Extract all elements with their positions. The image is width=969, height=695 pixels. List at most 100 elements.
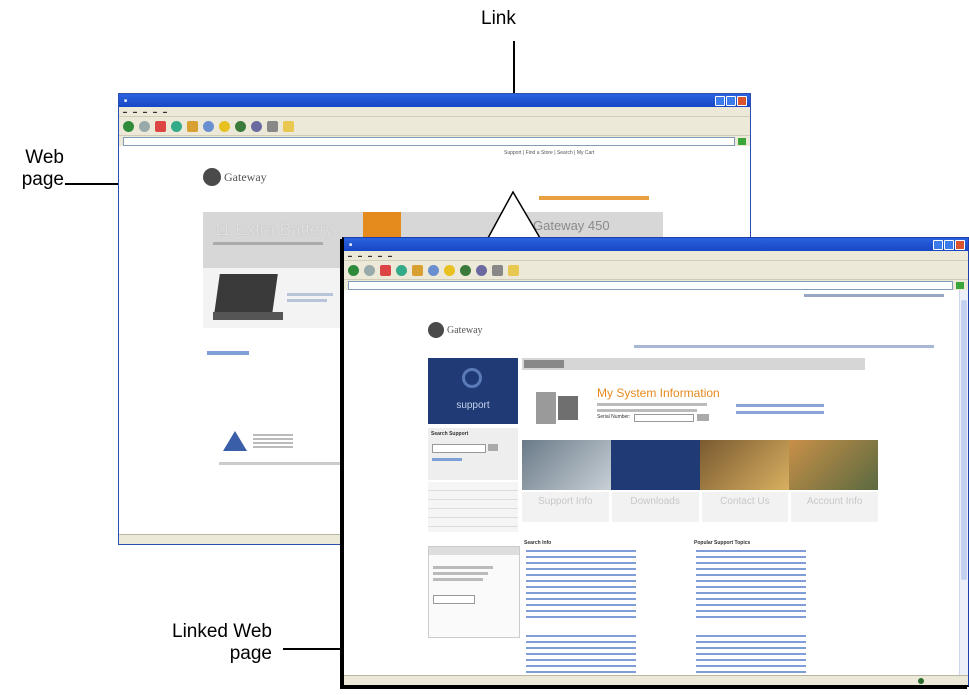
panel-account-info[interactable]: Account Info bbox=[791, 492, 878, 522]
back-footer-logo bbox=[223, 431, 247, 451]
photo-3 bbox=[700, 440, 789, 490]
serial-input[interactable] bbox=[634, 414, 694, 422]
support-logo-icon bbox=[462, 368, 482, 388]
go-button[interactable] bbox=[738, 138, 746, 145]
back-title-text: ■ bbox=[124, 97, 128, 104]
scrollbar-thumb[interactable] bbox=[961, 300, 967, 580]
linked-web-page-label-line2: page bbox=[229, 643, 272, 664]
gateway-logo-icon bbox=[203, 168, 221, 186]
maximize-icon[interactable] bbox=[726, 95, 736, 106]
front-status-bar bbox=[344, 675, 968, 685]
back-logo: Gateway bbox=[203, 168, 267, 186]
front-nav-tabs[interactable] bbox=[522, 358, 865, 370]
back-banner-lower bbox=[203, 268, 343, 328]
web-page-label: Web page bbox=[20, 147, 64, 191]
forward-arrow-icon[interactable] bbox=[139, 120, 150, 132]
close-icon[interactable] bbox=[955, 239, 965, 250]
media-icon[interactable] bbox=[460, 264, 471, 276]
front-title-bar: ■ bbox=[344, 238, 968, 251]
mail-icon[interactable] bbox=[267, 120, 278, 132]
linked-web-page-label-line1: Linked Web bbox=[172, 621, 272, 642]
search-icon[interactable] bbox=[203, 120, 214, 132]
panel-support-info[interactable]: Support Info bbox=[522, 492, 609, 522]
media-icon[interactable] bbox=[235, 120, 246, 132]
favorites-icon[interactable] bbox=[444, 264, 455, 276]
web-page-label-line1: Web bbox=[25, 147, 64, 168]
linked-web-page-label: Linked Web page bbox=[150, 621, 272, 665]
internet-zone-icon bbox=[918, 678, 924, 684]
folder-icon[interactable] bbox=[508, 264, 519, 276]
back-banner-text: 11 Extra Battery bbox=[213, 220, 334, 239]
history-icon[interactable] bbox=[476, 264, 487, 276]
back-title-bar: ■ bbox=[119, 94, 750, 107]
section-title: My System Information bbox=[597, 386, 720, 400]
search-support-title: Search Support bbox=[431, 431, 469, 437]
forward-arrow-icon[interactable] bbox=[364, 264, 375, 276]
folder-icon[interactable] bbox=[283, 120, 294, 132]
system-links[interactable] bbox=[736, 404, 824, 418]
back-toolbar[interactable] bbox=[119, 117, 750, 136]
refresh-icon[interactable] bbox=[396, 264, 407, 276]
photo-1 bbox=[522, 440, 611, 490]
support-side-label: support bbox=[456, 400, 490, 411]
photo-2 bbox=[611, 440, 700, 490]
zip-input[interactable] bbox=[433, 595, 475, 604]
back-menu-bar[interactable]: ▬ ▬ ▬ ▬ ▬ bbox=[119, 107, 750, 117]
computer-tower-image bbox=[536, 392, 556, 424]
front-top-links[interactable] bbox=[804, 294, 944, 297]
back-footer-line bbox=[219, 462, 349, 465]
go-button[interactable] bbox=[956, 282, 964, 289]
mail-icon[interactable] bbox=[492, 264, 503, 276]
back-phone-text bbox=[539, 196, 649, 200]
minimize-icon[interactable] bbox=[715, 95, 725, 106]
front-util-links[interactable] bbox=[634, 345, 934, 348]
minimize-icon[interactable] bbox=[933, 239, 943, 250]
tab-support-home[interactable] bbox=[524, 360, 564, 368]
back-nav-links[interactable]: Support | Find a Store | Search | My Car… bbox=[504, 150, 594, 156]
home-icon[interactable] bbox=[187, 120, 198, 132]
panel-downloads[interactable]: Downloads bbox=[611, 492, 699, 522]
refresh-icon[interactable] bbox=[171, 120, 182, 132]
front-menu-bar[interactable]: ▬ ▬ ▬ ▬ ▬ bbox=[344, 251, 968, 261]
web-page-label-line2: page bbox=[21, 169, 64, 190]
support-side-panel: support bbox=[428, 358, 518, 424]
search-support-go[interactable] bbox=[488, 444, 498, 451]
advanced-search-link[interactable] bbox=[432, 458, 462, 461]
back-footer-text bbox=[253, 434, 293, 448]
info-panels: Support Info Downloads Contact Us Accoun… bbox=[522, 492, 878, 522]
close-icon[interactable] bbox=[737, 95, 747, 106]
panel-contact-us[interactable]: Contact Us bbox=[701, 492, 789, 522]
laptop-base-image bbox=[213, 312, 283, 320]
front-page-content: Gateway support Search Support My System… bbox=[344, 290, 960, 676]
front-logo-text: Gateway bbox=[447, 324, 483, 336]
search-support-input[interactable] bbox=[432, 444, 486, 453]
lower-left-list-2[interactable] bbox=[526, 635, 636, 675]
home-icon[interactable] bbox=[412, 264, 423, 276]
serial-label: Serial Number: bbox=[597, 414, 631, 420]
back-link-text[interactable] bbox=[207, 351, 249, 355]
sidebar-menu[interactable] bbox=[428, 482, 518, 532]
back-banner-subtext bbox=[213, 242, 323, 245]
photo-4 bbox=[789, 440, 878, 490]
search-icon[interactable] bbox=[428, 264, 439, 276]
history-icon[interactable] bbox=[251, 120, 262, 132]
stop-icon[interactable] bbox=[380, 264, 391, 276]
front-url-field[interactable] bbox=[348, 281, 953, 290]
laptop-image bbox=[214, 274, 278, 314]
lower-left-list[interactable] bbox=[526, 550, 636, 620]
back-url-field[interactable] bbox=[123, 137, 735, 146]
maximize-icon[interactable] bbox=[944, 239, 954, 250]
front-toolbar[interactable] bbox=[344, 261, 968, 280]
back-arrow-icon[interactable] bbox=[123, 120, 134, 132]
back-arrow-icon[interactable] bbox=[348, 264, 359, 276]
front-logo: Gateway bbox=[428, 322, 483, 338]
front-scrollbar[interactable] bbox=[959, 290, 968, 676]
lower-right-list-2[interactable] bbox=[696, 635, 806, 675]
front-title-text: ■ bbox=[349, 241, 353, 248]
serial-go-button[interactable] bbox=[697, 414, 709, 421]
lower-right-list[interactable] bbox=[696, 550, 806, 620]
photo-strip bbox=[522, 440, 878, 490]
back-logo-text: Gateway bbox=[224, 169, 267, 184]
stop-icon[interactable] bbox=[155, 120, 166, 132]
favorites-icon[interactable] bbox=[219, 120, 230, 132]
